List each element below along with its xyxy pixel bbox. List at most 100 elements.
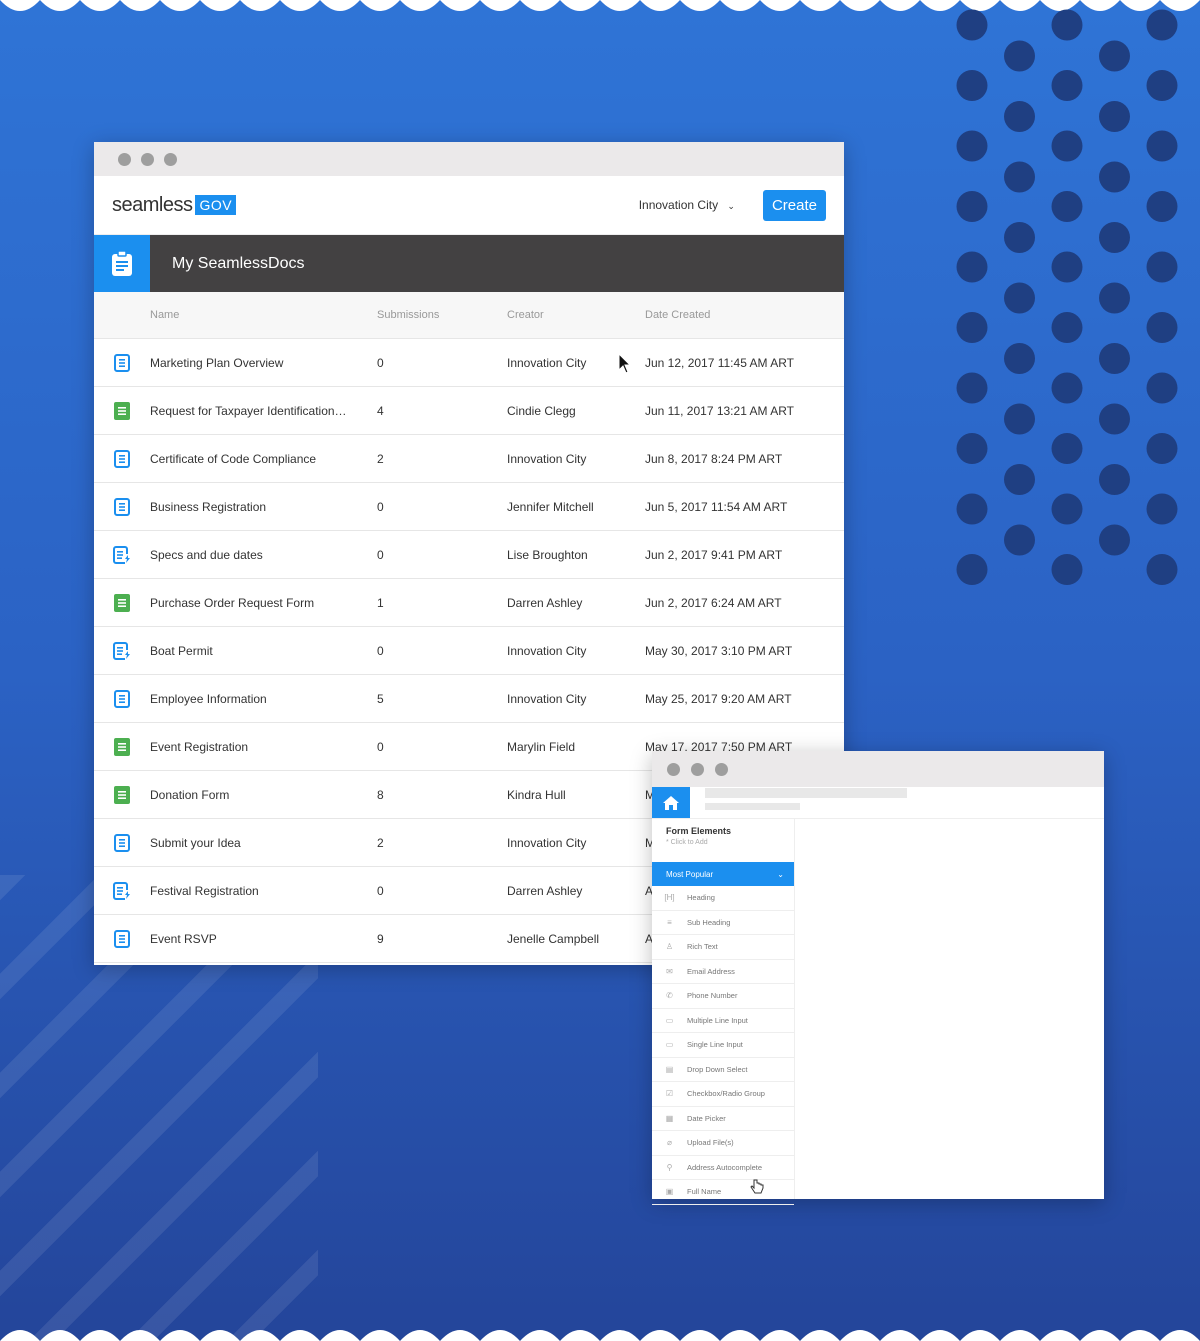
form-element-item[interactable]: ▤ Drop Down Select [652, 1058, 794, 1082]
date-created: Jun 2, 2017 9:41 PM ART [645, 547, 783, 562]
document-icon [94, 833, 150, 852]
creator: Cindie Clegg [507, 403, 576, 418]
doc-name[interactable]: Certificate of Code Compliance [150, 452, 377, 466]
table-row[interactable]: Marketing Plan Overview 0 Innovation Cit… [94, 339, 844, 387]
submission-count: 4 [377, 403, 384, 418]
form-element-item[interactable]: ▣ Full Name [652, 1180, 794, 1205]
doc-name[interactable]: Business Registration [150, 500, 377, 514]
hand-pointer-icon [750, 1179, 764, 1194]
submission-count: 5 [377, 691, 384, 706]
form-element-item[interactable]: ✉ Email Address [652, 960, 794, 984]
form-element-item[interactable]: ▦ Date Picker [652, 1107, 794, 1131]
doc-name[interactable]: Request for Taxpayer Identification… [150, 404, 377, 418]
maximize-dot[interactable] [164, 152, 177, 166]
email-icon: ✉ [666, 966, 673, 976]
doc-name[interactable]: Employee Information [150, 692, 377, 706]
maximize-dot[interactable] [715, 762, 728, 776]
date-created: May 25, 2017 9:20 AM ART [645, 691, 792, 706]
table-row[interactable]: Business Registration 0 Jennifer Mitchel… [94, 483, 844, 531]
creator: Innovation City [507, 451, 587, 466]
creator: Innovation City [507, 643, 587, 658]
creator: Innovation City [507, 835, 587, 850]
subtitle-placeholder [705, 803, 800, 810]
doc-name[interactable]: Event Registration [150, 740, 377, 754]
doc-name[interactable]: Specs and due dates [150, 548, 377, 562]
date-created: Jun 11, 2017 13:21 AM ART [645, 403, 794, 418]
creator: Darren Ashley [507, 883, 583, 898]
paperclip-icon: ⌀ [667, 1138, 672, 1148]
table-row[interactable]: Employee Information 5 Innovation City M… [94, 675, 844, 723]
document-flash-icon [94, 641, 150, 660]
form-icon [94, 401, 150, 420]
close-dot[interactable] [118, 152, 131, 166]
creator: Lise Broughton [507, 547, 588, 562]
table-row[interactable]: Certificate of Code Compliance 2 Innovat… [94, 435, 844, 483]
title-placeholder [705, 788, 907, 798]
form-element-item[interactable]: ✆ Phone Number [652, 984, 794, 1009]
category-label: Most Popular [666, 869, 714, 879]
form-element-item[interactable]: ⚲ Address Autocomplete [652, 1156, 794, 1180]
creator: Innovation City [507, 691, 587, 706]
form-element-label: Upload File(s) [687, 1138, 734, 1148]
form-icon [94, 737, 150, 756]
form-icon [94, 785, 150, 804]
doc-name[interactable]: Boat Permit [150, 644, 377, 658]
column-date-created[interactable]: Date Created [645, 309, 710, 321]
doc-name[interactable]: Submit your Idea [150, 836, 377, 850]
close-dot[interactable] [667, 762, 680, 776]
form-element-item[interactable]: ≡ Sub Heading [652, 911, 794, 935]
form-element-label: Multiple Line Input [687, 1015, 748, 1025]
form-element-item[interactable]: ▭ Multiple Line Input [652, 1009, 794, 1033]
org-select[interactable]: Innovation City ⌄ [639, 198, 735, 212]
minimize-dot[interactable] [141, 152, 154, 166]
form-element-label: Sub Heading [687, 917, 731, 927]
form-element-label: Email Address [687, 966, 735, 976]
location-icon: ⚲ [666, 1162, 673, 1172]
logo[interactable]: seamless GOV [112, 194, 237, 217]
doc-name[interactable]: Marketing Plan Overview [150, 356, 377, 370]
form-element-item[interactable]: ▭ Single Line Input [652, 1033, 794, 1058]
column-creator[interactable]: Creator [507, 309, 645, 321]
category-dropdown[interactable]: Most Popular ⌄ [652, 862, 794, 886]
submission-count: 2 [377, 835, 384, 850]
date-created: Jun 2, 2017 6:24 AM ART [645, 595, 782, 610]
document-icon [94, 689, 150, 708]
clipboard-icon [94, 235, 150, 292]
form-element-item[interactable]: ⌀ Upload File(s) [652, 1131, 794, 1156]
column-name[interactable]: Name [150, 309, 377, 321]
form-element-item[interactable]: [H] Heading [652, 886, 794, 911]
subheading-icon: ≡ [667, 917, 672, 927]
home-button[interactable] [652, 787, 690, 818]
submission-count: 9 [377, 931, 384, 946]
form-builder-window: Form Elements * Click to Add Most Popula… [652, 751, 1104, 1205]
doc-name[interactable]: Purchase Order Request Form [150, 596, 377, 610]
doc-name[interactable]: Donation Form [150, 788, 377, 802]
submission-count: 8 [377, 787, 384, 802]
chevron-down-icon: ⌄ [727, 201, 735, 211]
minimize-dot[interactable] [691, 762, 704, 776]
table-row[interactable]: Boat Permit 0 Innovation City May 30, 20… [94, 627, 844, 675]
checkbox-icon: ☑ [665, 1089, 674, 1099]
date-created: Jun 8, 2017 8:24 PM ART [645, 451, 783, 466]
mouse-pointer-icon [618, 353, 632, 374]
date-created: Jun 5, 2017 11:54 AM ART [645, 499, 788, 514]
creator: Darren Ashley [507, 595, 583, 610]
submission-count: 0 [377, 355, 384, 370]
form-element-item[interactable]: ☑ Checkbox/Radio Group [652, 1082, 794, 1107]
form-element-label: Rich Text [687, 942, 718, 952]
table-row[interactable]: Specs and due dates 0 Lise Broughton Jun… [94, 531, 844, 579]
submission-count: 1 [377, 595, 384, 610]
form-element-label: Phone Number [687, 991, 738, 1001]
table-row[interactable]: Request for Taxpayer Identification… 4 C… [94, 387, 844, 435]
form-element-item[interactable]: ♙ Rich Text [652, 935, 794, 960]
form-element-label: Address Autocomplete [687, 1162, 763, 1172]
doc-name[interactable]: Event RSVP [150, 932, 377, 946]
column-submissions[interactable]: Submissions [377, 309, 507, 321]
create-button[interactable]: Create [762, 189, 826, 221]
doc-name[interactable]: Festival Registration [150, 884, 377, 898]
table-row[interactable]: Purchase Order Request Form 1 Darren Ash… [94, 579, 844, 627]
chevron-down-icon: ⌄ [777, 869, 784, 879]
document-icon [94, 497, 150, 516]
submission-count: 0 [377, 883, 384, 898]
submission-count: 2 [377, 451, 384, 466]
